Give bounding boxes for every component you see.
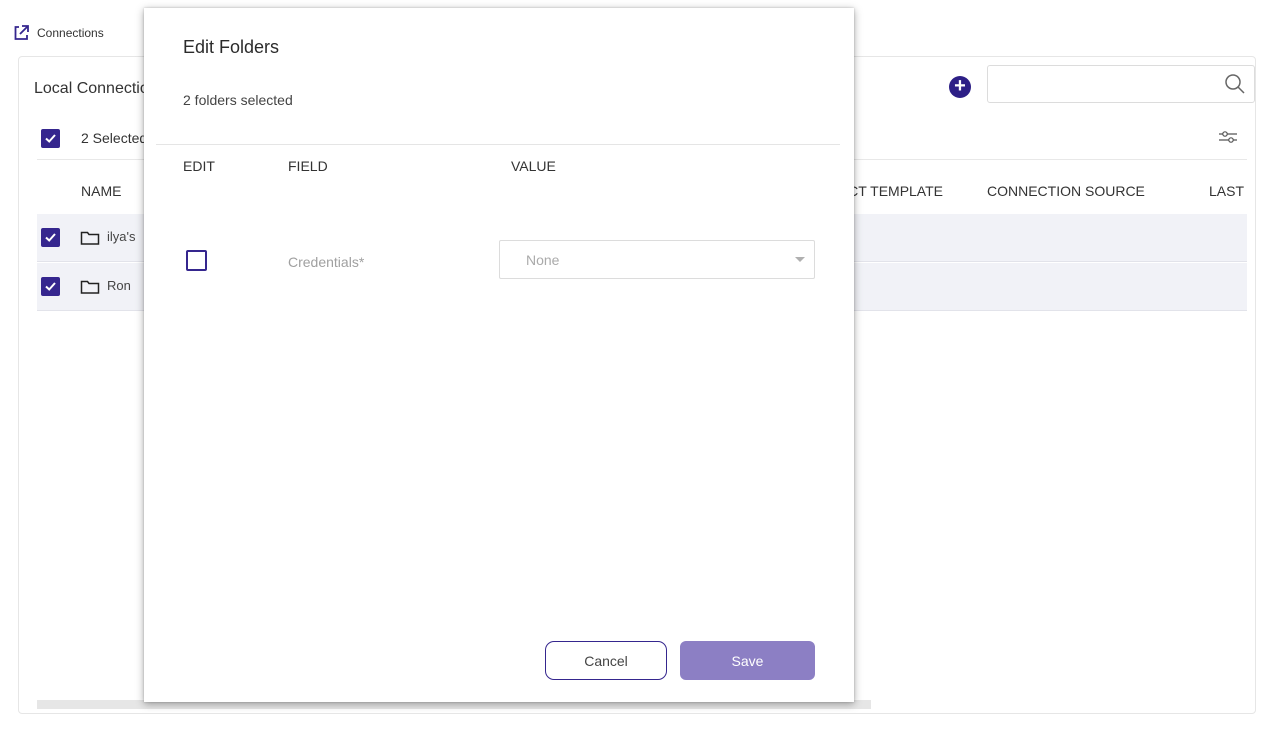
edit-folders-dialog: Edit Folders 2 folders selected EDIT FIE… [144, 8, 854, 702]
folder-icon [80, 278, 100, 300]
connections-tab[interactable]: Connections [12, 24, 104, 42]
header-field: FIELD [288, 158, 328, 174]
filter-sliders-icon[interactable] [1217, 129, 1239, 150]
search-input[interactable] [987, 65, 1255, 103]
select-all-checkbox[interactable] [41, 129, 60, 148]
connections-tab-label: Connections [37, 26, 104, 40]
dialog-title: Edit Folders [183, 37, 280, 57]
selection-count: 2 Selected [81, 130, 148, 146]
credentials-select[interactable]: None [499, 240, 815, 279]
credentials-select-value: None [526, 252, 560, 268]
column-header-last[interactable]: LAST [1209, 183, 1253, 199]
row-checkbox[interactable] [41, 277, 60, 296]
cancel-button[interactable]: Cancel [545, 641, 667, 680]
row-name: ilya's [107, 229, 136, 244]
search-icon[interactable] [1224, 73, 1246, 100]
credentials-label: Credentials* [288, 254, 365, 270]
edit-credentials-checkbox[interactable] [186, 250, 207, 271]
chevron-down-icon [795, 257, 805, 262]
row-name: Ron [107, 278, 131, 293]
column-header-connection-source[interactable]: CONNECTION SOURCE [987, 183, 1145, 199]
row-checkbox[interactable] [41, 228, 60, 247]
header-value: VALUE [511, 158, 556, 174]
divider [156, 144, 840, 145]
column-header-name[interactable]: NAME [81, 183, 121, 199]
add-connection-button[interactable]: + [949, 76, 971, 98]
save-button[interactable]: Save [680, 641, 815, 680]
plus-circle-icon: + [954, 75, 966, 97]
external-link-icon [12, 24, 30, 42]
dialog-subtitle: 2 folders selected [183, 92, 293, 108]
header-edit: EDIT [183, 158, 215, 174]
folder-icon [80, 229, 100, 251]
